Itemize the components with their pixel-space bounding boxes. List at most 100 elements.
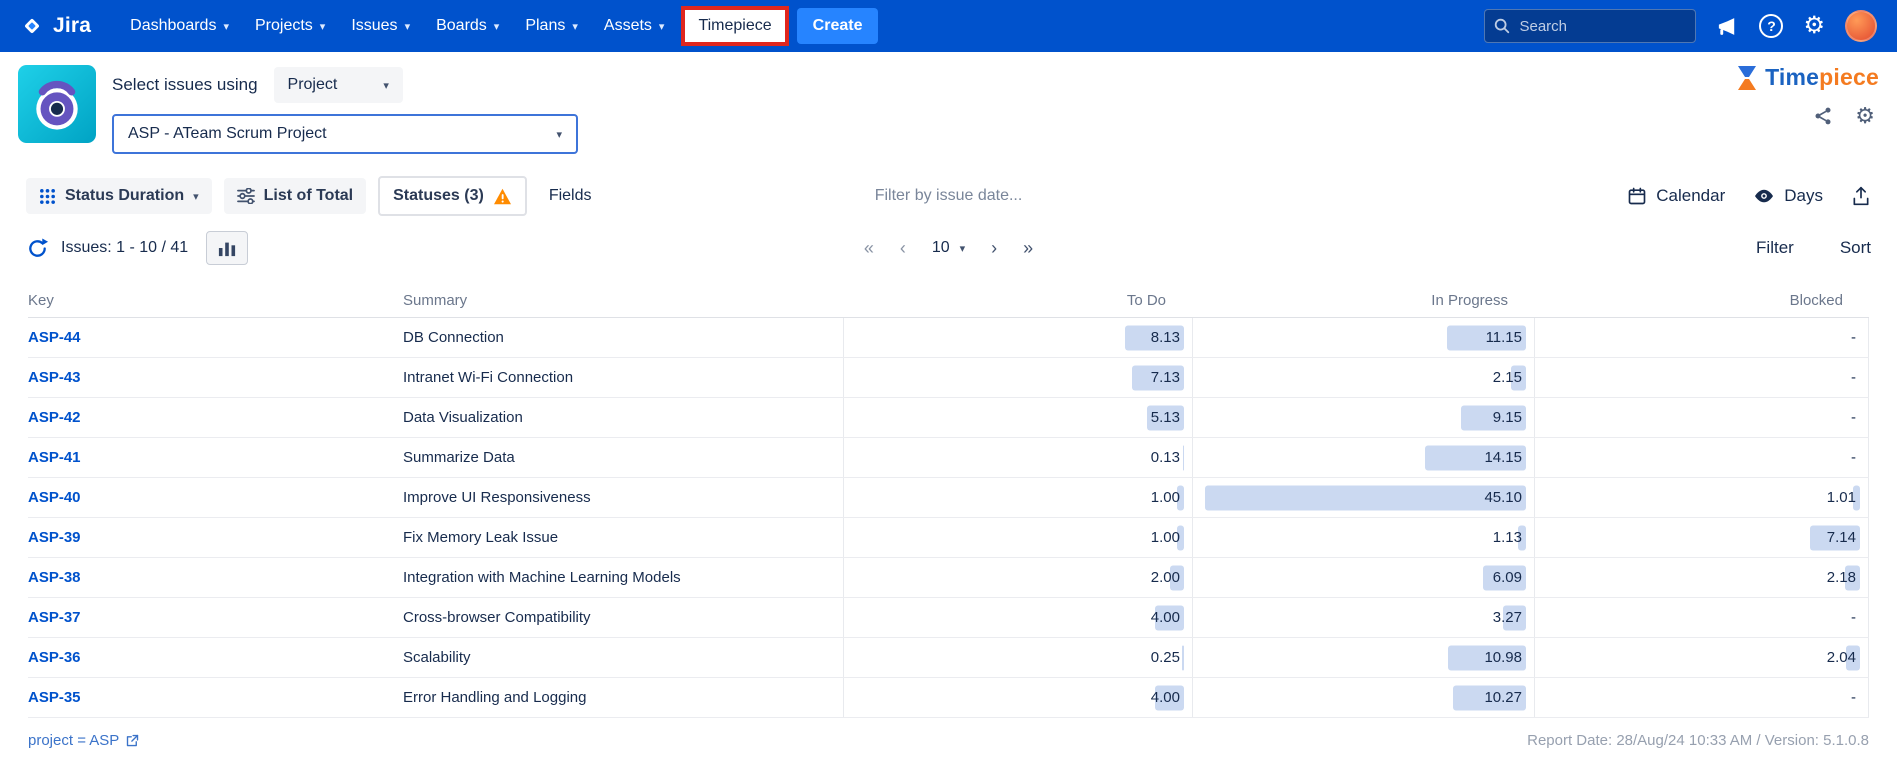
table-row: ASP-36Scalability0.2510.982.04 — [28, 638, 1869, 678]
app-header-right: Timepiece ⚙ — [1735, 64, 1879, 127]
issue-key-link[interactable]: ASP-42 — [28, 409, 403, 426]
issue-key-link[interactable]: ASP-43 — [28, 369, 403, 386]
jql-filter-text: project = ASP — [28, 732, 119, 749]
duration-cell-todo: 7.13 — [843, 358, 1192, 397]
refresh-icon[interactable] — [26, 237, 49, 260]
issue-key-link[interactable]: ASP-44 — [28, 329, 403, 346]
selector-column: Select issues using Project ▾ ASP - ATea… — [112, 65, 578, 154]
nav-item-assets[interactable]: Assets▾ — [591, 0, 678, 52]
duration-value: 1.00 — [1151, 489, 1180, 506]
duration-value: - — [1851, 369, 1856, 386]
jql-filter-link[interactable]: project = ASP — [28, 732, 140, 749]
help-icon[interactable]: ? — [1759, 14, 1783, 38]
top-navbar: Jira Dashboards▾Projects▾Issues▾Boards▾P… — [0, 0, 1897, 52]
issue-source-value: Project — [288, 76, 338, 94]
nav-item-dashboards[interactable]: Dashboards▾ — [117, 0, 242, 52]
issue-key-link[interactable]: ASP-36 — [28, 649, 403, 666]
duration-value: 14.15 — [1484, 449, 1522, 466]
table-header: Key Summary To Do In Progress Blocked — [28, 284, 1869, 318]
fields-button[interactable]: Fields — [539, 178, 602, 214]
filter-button[interactable]: Filter — [1756, 238, 1794, 258]
issue-key-link[interactable]: ASP-39 — [28, 529, 403, 546]
nav-item-label: Projects — [255, 17, 313, 35]
issue-summary: Summarize Data — [403, 449, 843, 466]
duration-value: 9.15 — [1493, 409, 1522, 426]
brand-piece-text: piece — [1819, 64, 1879, 90]
announcements-icon[interactable] — [1716, 15, 1739, 38]
table-row: ASP-43Intranet Wi-Fi Connection7.132.15- — [28, 358, 1869, 398]
jira-logo[interactable]: Jira — [20, 14, 91, 38]
chevron-down-icon: ▾ — [494, 20, 500, 33]
duration-value: 2.04 — [1827, 649, 1856, 666]
report-type-label: Status Duration — [65, 187, 184, 205]
first-page-button[interactable]: « — [864, 238, 874, 259]
global-search — [1484, 9, 1696, 43]
nav-item-label: Plans — [525, 17, 565, 35]
sort-button[interactable]: Sort — [1840, 238, 1871, 258]
table-body: ASP-44DB Connection8.1311.15- ASP-43Intra… — [28, 318, 1869, 718]
issue-key-link[interactable]: ASP-40 — [28, 489, 403, 506]
page-size-value: 10 — [932, 239, 950, 257]
duration-value: 7.13 — [1151, 369, 1180, 386]
table-row: ASP-39Fix Memory Leak Issue1.001.137.14 — [28, 518, 1869, 558]
settings-gear-icon[interactable]: ⚙ — [1803, 14, 1825, 38]
user-avatar[interactable] — [1845, 10, 1877, 42]
duration-cell-in-progress: 3.27 — [1192, 598, 1534, 637]
table-row: ASP-44DB Connection8.1311.15- — [28, 318, 1869, 358]
report-type-dropdown[interactable]: Status Duration ▾ — [26, 178, 212, 214]
nav-item-projects[interactable]: Projects▾ — [242, 0, 338, 52]
issue-key-link[interactable]: ASP-37 — [28, 609, 403, 626]
issue-summary: Intranet Wi-Fi Connection — [403, 369, 843, 386]
duration-cell-todo: 8.13 — [843, 318, 1192, 357]
duration-value: 1.13 — [1493, 529, 1522, 546]
chart-view-button[interactable] — [206, 231, 248, 265]
issue-key-link[interactable]: ASP-38 — [28, 569, 403, 586]
duration-cell-in-progress: 1.13 — [1192, 518, 1534, 557]
timepiece-brand-logo: Timepiece — [1735, 64, 1879, 91]
duration-cell-in-progress: 9.15 — [1192, 398, 1534, 437]
bar-chart-icon — [217, 239, 237, 257]
next-page-button[interactable]: › — [991, 238, 997, 259]
chevron-down-icon: ▾ — [659, 20, 665, 33]
report-settings-gear-icon[interactable]: ⚙ — [1855, 105, 1875, 127]
page-size-dropdown[interactable]: 10 ▾ — [932, 239, 965, 257]
jira-mark-icon — [20, 14, 44, 38]
col-header-todo: To Do — [843, 292, 1192, 309]
list-of-total-button[interactable]: List of Total — [224, 178, 366, 214]
report-info: Report Date: 28/Aug/24 10:33 AM / Versio… — [1527, 732, 1869, 749]
days-toggle[interactable]: Days — [1753, 186, 1823, 206]
create-button[interactable]: Create — [797, 8, 879, 44]
duration-cell-todo: 4.00 — [843, 598, 1192, 637]
pagination-row: Issues: 1 - 10 / 41 « ‹ 10 ▾ › » Filter … — [0, 226, 1897, 270]
chevron-down-icon: ▾ — [193, 190, 199, 203]
issue-summary: Scalability — [403, 649, 843, 666]
last-page-button[interactable]: » — [1023, 238, 1033, 259]
duration-cell-in-progress: 45.10 — [1192, 478, 1534, 517]
brand-time-text: Time — [1765, 64, 1819, 90]
calendar-button[interactable]: Calendar — [1627, 186, 1725, 206]
project-select[interactable]: ASP - ATeam Scrum Project ▾ — [112, 114, 578, 154]
nav-item-boards[interactable]: Boards▾ — [423, 0, 512, 52]
share-icon[interactable] — [1813, 106, 1833, 126]
status-duration-table: Key Summary To Do In Progress Blocked AS… — [28, 284, 1869, 718]
search-input[interactable] — [1484, 9, 1696, 43]
nav-item-timepiece-highlighted[interactable]: Timepiece — [681, 6, 788, 46]
issue-date-filter[interactable]: Filter by issue date... — [875, 187, 1023, 204]
duration-cell-in-progress: 10.27 — [1192, 678, 1534, 717]
export-icon — [1851, 185, 1871, 207]
issue-key-link[interactable]: ASP-35 — [28, 689, 403, 706]
nav-item-issues[interactable]: Issues▾ — [338, 0, 423, 52]
issue-summary: DB Connection — [403, 329, 843, 346]
prev-page-button[interactable]: ‹ — [900, 238, 906, 259]
duration-cell-blocked: - — [1534, 678, 1869, 717]
duration-bar — [1183, 445, 1184, 470]
export-button[interactable] — [1851, 185, 1871, 207]
chevron-down-icon: ▾ — [960, 242, 966, 255]
statuses-button[interactable]: Statuses (3) — [378, 176, 527, 216]
issue-key-link[interactable]: ASP-41 — [28, 449, 403, 466]
duration-value: - — [1851, 449, 1856, 466]
project-select-value: ASP - ATeam Scrum Project — [128, 125, 327, 143]
warning-icon — [493, 188, 512, 205]
nav-item-plans[interactable]: Plans▾ — [512, 0, 591, 52]
issue-source-dropdown[interactable]: Project ▾ — [274, 67, 403, 103]
